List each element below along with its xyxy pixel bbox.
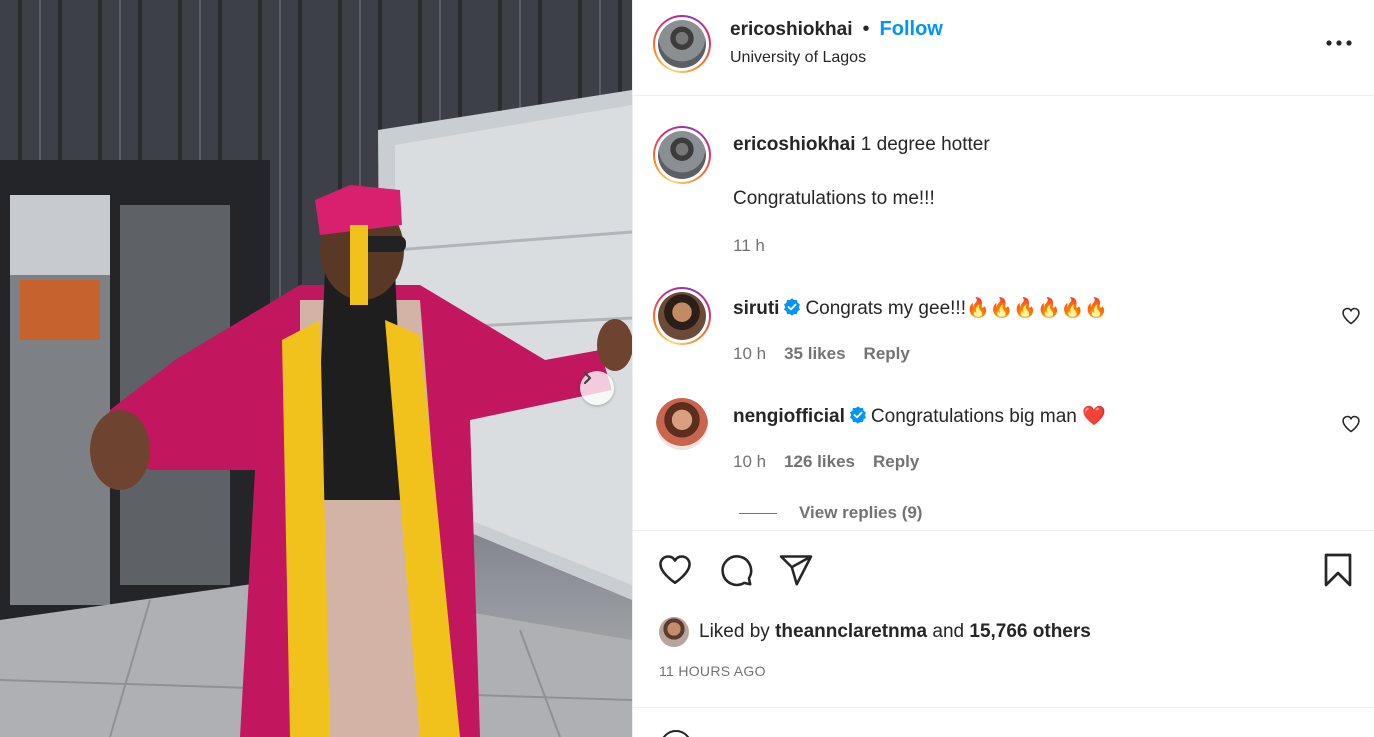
- more-options-button[interactable]: [1323, 30, 1355, 54]
- view-replies-button[interactable]: View replies (9): [739, 503, 922, 523]
- caption-avatar[interactable]: [653, 126, 711, 184]
- comment-nengiofficial: nengiofficial Congratulations big man ❤️: [733, 404, 1106, 430]
- comment-siruti: siruti Congrats my gee!!!🔥🔥🔥🔥🔥🔥: [733, 296, 1108, 322]
- comment-username[interactable]: siruti: [733, 298, 779, 319]
- post-timestamp: 11 HOURS AGO: [659, 663, 766, 679]
- post-photo-illustration: [0, 0, 632, 737]
- liker-avatar[interactable]: [659, 617, 689, 647]
- caption-line2: Congratulations to me!!!: [733, 188, 935, 209]
- like-comment-button[interactable]: [1341, 306, 1361, 326]
- comment-text: Congrats my gee!!!🔥🔥🔥🔥🔥🔥: [805, 298, 1108, 319]
- comment-likes[interactable]: 35 likes: [784, 344, 845, 363]
- save-button[interactable]: [1319, 553, 1357, 591]
- share-icon: [778, 552, 814, 593]
- view-replies-divider: [739, 512, 777, 514]
- heart-icon: [1341, 415, 1361, 438]
- more-horizontal-icon: [1326, 33, 1352, 51]
- add-comment-bar[interactable]: [633, 707, 1374, 737]
- caption-line1: 1 degree hotter: [860, 134, 990, 155]
- likes-others-count[interactable]: 15,766 others: [969, 621, 1090, 643]
- heart-icon: [1341, 307, 1361, 330]
- comment-avatar-nengiofficial[interactable]: [656, 398, 708, 450]
- author-avatar[interactable]: [653, 15, 711, 73]
- reply-button[interactable]: Reply: [873, 452, 919, 471]
- likes-joiner: and: [932, 621, 965, 642]
- verified-badge-icon: [849, 406, 867, 430]
- heart-icon: [657, 552, 693, 593]
- follow-button[interactable]: Follow: [880, 18, 943, 41]
- post-actions: Liked by theannclaretnma and 15,766 othe…: [633, 530, 1374, 737]
- caption-time: 11 h: [733, 236, 765, 255]
- comment-meta: 10 h 126 likes Reply: [733, 452, 919, 472]
- comment-icon: [718, 552, 754, 593]
- author-row: ericoshiokhai • Follow: [730, 18, 943, 41]
- like-button[interactable]: [656, 553, 694, 591]
- comment-button[interactable]: [717, 553, 755, 591]
- emoji-icon[interactable]: [659, 726, 693, 737]
- reply-button[interactable]: Reply: [864, 344, 910, 363]
- comment-time: 10 h: [733, 344, 767, 363]
- caption-username[interactable]: ericoshiokhai: [733, 134, 856, 155]
- likes-prefix: Liked by: [699, 621, 770, 642]
- share-button[interactable]: [777, 553, 815, 591]
- comments-section: ericoshiokhai 1 degree hotter Congratula…: [633, 97, 1374, 530]
- view-replies-label: View replies (9): [799, 503, 923, 522]
- like-comment-button[interactable]: [1341, 414, 1361, 434]
- post-photo: [0, 0, 632, 737]
- comment-meta: 10 h 35 likes Reply: [733, 344, 910, 364]
- post-side-panel: ericoshiokhai • Follow University of Lag…: [632, 0, 1374, 737]
- author-username[interactable]: ericoshiokhai: [730, 19, 853, 41]
- comment-text: Congratulations big man ❤️: [870, 406, 1106, 427]
- post-header: ericoshiokhai • Follow University of Lag…: [633, 0, 1374, 96]
- carousel-next-button[interactable]: [580, 371, 614, 405]
- separator-dot: •: [862, 18, 870, 40]
- caption-text: ericoshiokhai 1 degree hotter: [733, 134, 990, 156]
- comment-likes[interactable]: 126 likes: [784, 452, 855, 471]
- verified-badge-icon: [783, 298, 801, 322]
- comment-avatar-siruti[interactable]: [653, 287, 711, 345]
- bookmark-icon: [1321, 552, 1355, 593]
- comment-username[interactable]: nengiofficial: [733, 406, 845, 427]
- liker-username[interactable]: theannclaretnma: [775, 621, 927, 643]
- comment-time: 10 h: [733, 452, 767, 471]
- location-link[interactable]: University of Lagos: [730, 49, 866, 67]
- likes-summary: Liked by theannclaretnma and 15,766 othe…: [659, 617, 1091, 647]
